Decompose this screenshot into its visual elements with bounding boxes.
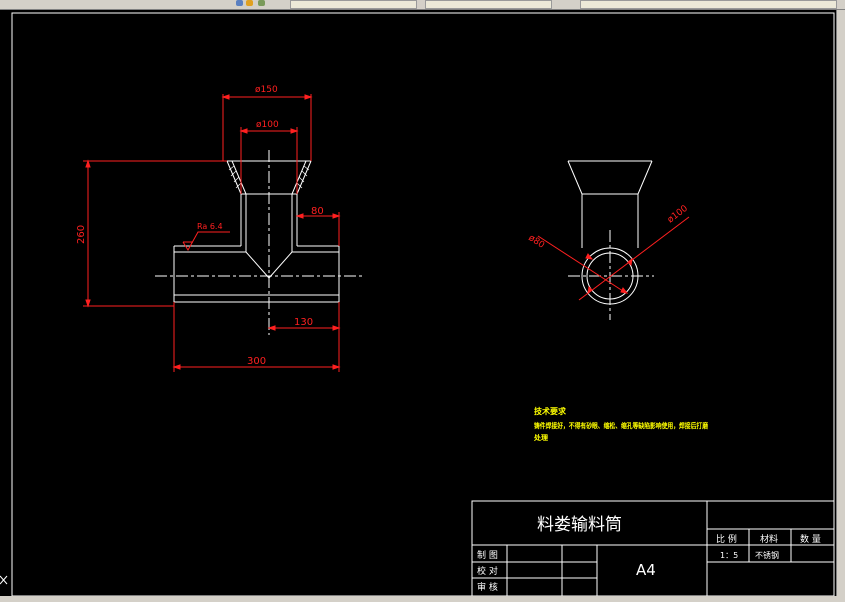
layer-icon[interactable]	[236, 0, 243, 6]
title-block-checked: 校 对	[477, 565, 498, 577]
dim-d100: ø100	[256, 120, 279, 130]
title-block-reviewed: 审 核	[477, 581, 498, 593]
title-block-material-label: 材料	[760, 533, 778, 545]
dim-d150: ø150	[255, 85, 278, 95]
tech-req-line1: 铸件焊接好，不得有砂眼、缩松、缩孔等缺陷影响使用，焊接后打磨	[534, 421, 708, 430]
title-block	[471, 500, 835, 597]
dim-w80: 80	[311, 206, 324, 217]
dim-d80: ø80	[526, 233, 546, 251]
side-dimensions	[537, 216, 690, 301]
dim-w130: 130	[294, 317, 313, 328]
side-centerlines	[568, 230, 654, 320]
title-block-title: 料娄输料筒	[537, 515, 622, 535]
dim-h260: 260	[76, 225, 87, 244]
drawing-canvas[interactable]: ø150 ø100 260 80 130 300 Ra 6.4 ø80 ø100…	[0, 10, 836, 597]
title-block-sheet-size: A4	[636, 561, 656, 579]
title-block-ratio-value: 1：5	[720, 551, 738, 560]
tech-req-heading: 技术要求	[534, 406, 567, 416]
linetype-dropdown[interactable]	[580, 0, 837, 9]
color-dropdown[interactable]	[425, 0, 552, 9]
front-dimensions	[83, 94, 341, 372]
ucs-icon	[0, 575, 8, 585]
properties-icon[interactable]	[246, 0, 253, 6]
dim-d100-side: ø100	[666, 204, 690, 226]
toolbar	[0, 0, 845, 10]
horizontal-scrollbar[interactable]	[0, 596, 845, 602]
roughness-label: Ra 6.4	[197, 222, 223, 231]
title-block-drawn: 制 图	[477, 549, 498, 561]
layer-dropdown[interactable]	[290, 0, 417, 9]
layer-state-icon[interactable]	[258, 0, 265, 6]
drawing-frame	[11, 12, 835, 597]
tech-req-line2: 处理	[533, 433, 548, 442]
title-block-material-value: 不锈钢	[755, 550, 779, 560]
title-block-qty-label: 数 量	[800, 533, 821, 545]
title-block-ratio-label: 比 例	[716, 533, 737, 545]
dim-w300: 300	[247, 356, 266, 367]
vertical-scrollbar[interactable]	[836, 10, 845, 596]
